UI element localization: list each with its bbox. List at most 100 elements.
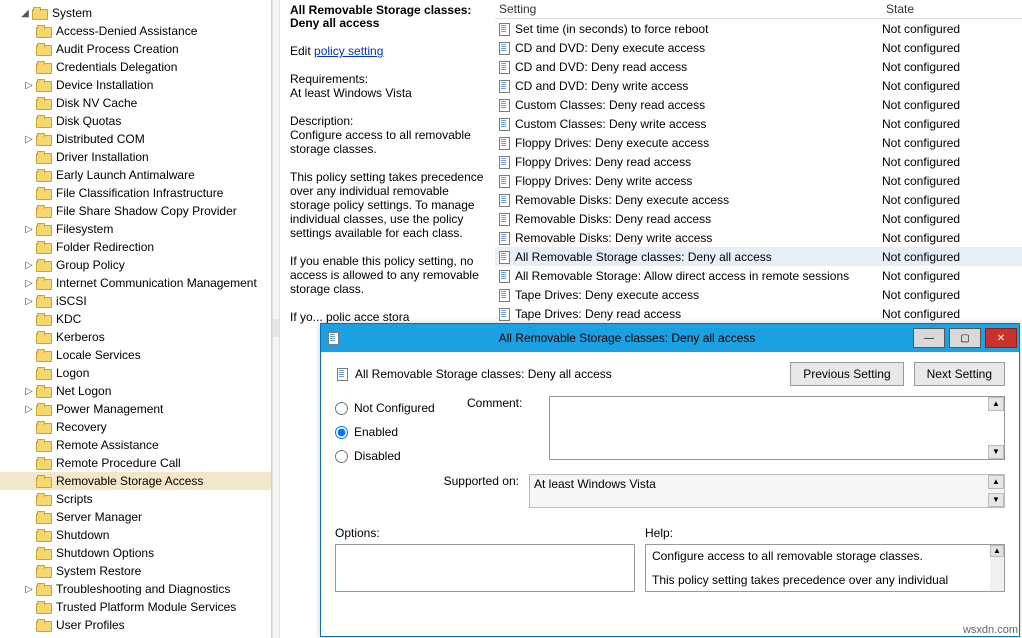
tree-item[interactable]: Driver Installation [0, 148, 271, 166]
setting-row[interactable]: Removable Disks: Deny write accessNot co… [495, 228, 1022, 247]
tree-item[interactable]: ▷ Troubleshooting and Diagnostics [0, 580, 271, 598]
col-state[interactable]: State [882, 0, 1022, 18]
setting-row[interactable]: Floppy Drives: Deny execute accessNot co… [495, 133, 1022, 152]
expander-icon[interactable]: ▷ [22, 584, 36, 595]
tree-item[interactable]: Early Launch Antimalware [0, 166, 271, 184]
tree-item[interactable]: Removable Storage Access [0, 472, 271, 490]
tree-item[interactable]: Remote Procedure Call [0, 454, 271, 472]
tree-item-label: Distributed COM [56, 132, 145, 146]
previous-setting-button[interactable]: Previous Setting [790, 362, 903, 386]
tree-item[interactable]: Locale Services [0, 346, 271, 364]
tree-item[interactable]: Scripts [0, 490, 271, 508]
setting-name-text: CD and DVD: Deny execute access [515, 41, 705, 55]
help-text-line1: Configure access to all removable storag… [652, 549, 990, 563]
tree-item[interactable]: ▷ Distributed COM [0, 130, 271, 148]
tree-item[interactable]: File Share Shadow Copy Provider [0, 202, 271, 220]
setting-row[interactable]: Set time (in seconds) to force rebootNot… [495, 19, 1022, 38]
dialog-subtitle: All Removable Storage classes: Deny all … [355, 367, 612, 381]
tree-item[interactable]: Credentials Delegation [0, 58, 271, 76]
folder-icon [36, 96, 52, 110]
setting-row[interactable]: Removable Disks: Deny execute accessNot … [495, 190, 1022, 209]
setting-row[interactable]: Custom Classes: Deny read accessNot conf… [495, 95, 1022, 114]
setting-row[interactable]: CD and DVD: Deny read accessNot configur… [495, 57, 1022, 76]
setting-row[interactable]: CD and DVD: Deny execute accessNot confi… [495, 38, 1022, 57]
minimize-button[interactable]: — [913, 328, 945, 348]
tree-item[interactable]: User Profiles [0, 616, 271, 634]
setting-name-text: Floppy Drives: Deny read access [515, 155, 691, 169]
tree-item[interactable]: Access-Denied Assistance [0, 22, 271, 40]
expander-icon[interactable]: ▷ [22, 278, 36, 289]
tree-item-label: Troubleshooting and Diagnostics [56, 582, 230, 596]
setting-row[interactable]: Tape Drives: Deny execute accessNot conf… [495, 285, 1022, 304]
tree-item[interactable]: ▷Device Installation [0, 76, 271, 94]
dialog-app-icon [321, 331, 345, 345]
expander-icon[interactable]: ▷ [22, 404, 36, 415]
setting-state-text: Not configured [882, 250, 1022, 264]
expander-icon[interactable]: ▷ [22, 260, 36, 271]
setting-row[interactable]: Tape Drives: Deny read accessNot configu… [495, 304, 1022, 323]
tree-item[interactable]: Shutdown Options [0, 544, 271, 562]
comment-textarea[interactable]: ▲▼ [549, 396, 1005, 460]
expander-icon[interactable]: ▷ [22, 386, 36, 397]
comment-scrollbar[interactable]: ▲▼ [988, 397, 1004, 459]
folder-icon [36, 114, 52, 128]
tree-item[interactable]: File Classification Infrastructure [0, 184, 271, 202]
tree-item[interactable]: ▷Net Logon [0, 382, 271, 400]
tree-item[interactable]: Trusted Platform Module Services [0, 598, 271, 616]
expander-icon[interactable]: ▷ [22, 134, 36, 145]
tree-item[interactable]: Kerberos [0, 328, 271, 346]
help-scrollbar[interactable]: ▲ [990, 545, 1004, 591]
tree-item[interactable]: System Restore [0, 562, 271, 580]
setting-name-text: CD and DVD: Deny read access [515, 60, 687, 74]
expander-icon[interactable]: ▷ [22, 224, 36, 235]
setting-row[interactable]: All Removable Storage: Allow direct acce… [495, 266, 1022, 285]
tree-item[interactable]: ▷Power Management [0, 400, 271, 418]
tree-item-label: Scripts [56, 492, 93, 506]
policy-setting-link[interactable]: policy setting [314, 44, 383, 58]
setting-state-text: Not configured [882, 98, 1022, 112]
tree-item[interactable]: Remote Assistance [0, 436, 271, 454]
options-box[interactable] [335, 544, 635, 592]
tree-item[interactable]: Disk Quotas [0, 112, 271, 130]
expander-icon[interactable]: ▷ [22, 80, 36, 91]
setting-row[interactable]: Floppy Drives: Deny write accessNot conf… [495, 171, 1022, 190]
expander-icon[interactable]: ◢ [18, 8, 32, 19]
folder-icon [36, 258, 52, 272]
tree-item[interactable]: Logon [0, 364, 271, 382]
tree-item[interactable]: ▷ Group Policy [0, 256, 271, 274]
tree-root-system[interactable]: ◢ System [0, 4, 271, 22]
tree-item[interactable]: Audit Process Creation [0, 40, 271, 58]
folder-icon [36, 528, 52, 542]
supported-scrollbar[interactable]: ▲▼ [988, 475, 1004, 507]
tree-item[interactable]: Server Manager [0, 508, 271, 526]
radio-enabled[interactable]: Enabled [335, 420, 455, 444]
tree-item[interactable]: Disk NV Cache [0, 94, 271, 112]
tree-item[interactable]: ▷Internet Communication Management [0, 274, 271, 292]
tree-item[interactable]: KDC [0, 310, 271, 328]
dialog-titlebar[interactable]: All Removable Storage classes: Deny all … [321, 324, 1019, 352]
radio-disabled[interactable]: Disabled [335, 444, 455, 468]
expander-icon[interactable]: ▷ [22, 296, 36, 307]
setting-state-text: Not configured [882, 288, 1022, 302]
tree-item[interactable]: Recovery [0, 418, 271, 436]
setting-state-text: Not configured [882, 193, 1022, 207]
close-button[interactable]: ✕ [985, 328, 1017, 348]
next-setting-button[interactable]: Next Setting [914, 362, 1005, 386]
col-setting[interactable]: Setting [495, 0, 882, 18]
tree-item-label: Access-Denied Assistance [56, 24, 197, 38]
tree-item-label: Logon [56, 366, 89, 380]
setting-row[interactable]: CD and DVD: Deny write accessNot configu… [495, 76, 1022, 95]
splitter[interactable] [272, 0, 280, 638]
description-text: Configure access to all removable storag… [290, 128, 489, 156]
tree-item[interactable]: Shutdown [0, 526, 271, 544]
setting-row[interactable]: Removable Disks: Deny read accessNot con… [495, 209, 1022, 228]
tree-item-label: Group Policy [56, 258, 125, 272]
tree-item[interactable]: Folder Redirection [0, 238, 271, 256]
radio-not-configured[interactable]: Not Configured [335, 396, 455, 420]
setting-row[interactable]: Floppy Drives: Deny read accessNot confi… [495, 152, 1022, 171]
maximize-button[interactable]: ▢ [949, 328, 981, 348]
setting-row[interactable]: All Removable Storage classes: Deny all … [495, 247, 1022, 266]
setting-row[interactable]: Custom Classes: Deny write accessNot con… [495, 114, 1022, 133]
tree-item[interactable]: ▷Filesystem [0, 220, 271, 238]
tree-item[interactable]: ▷iSCSI [0, 292, 271, 310]
